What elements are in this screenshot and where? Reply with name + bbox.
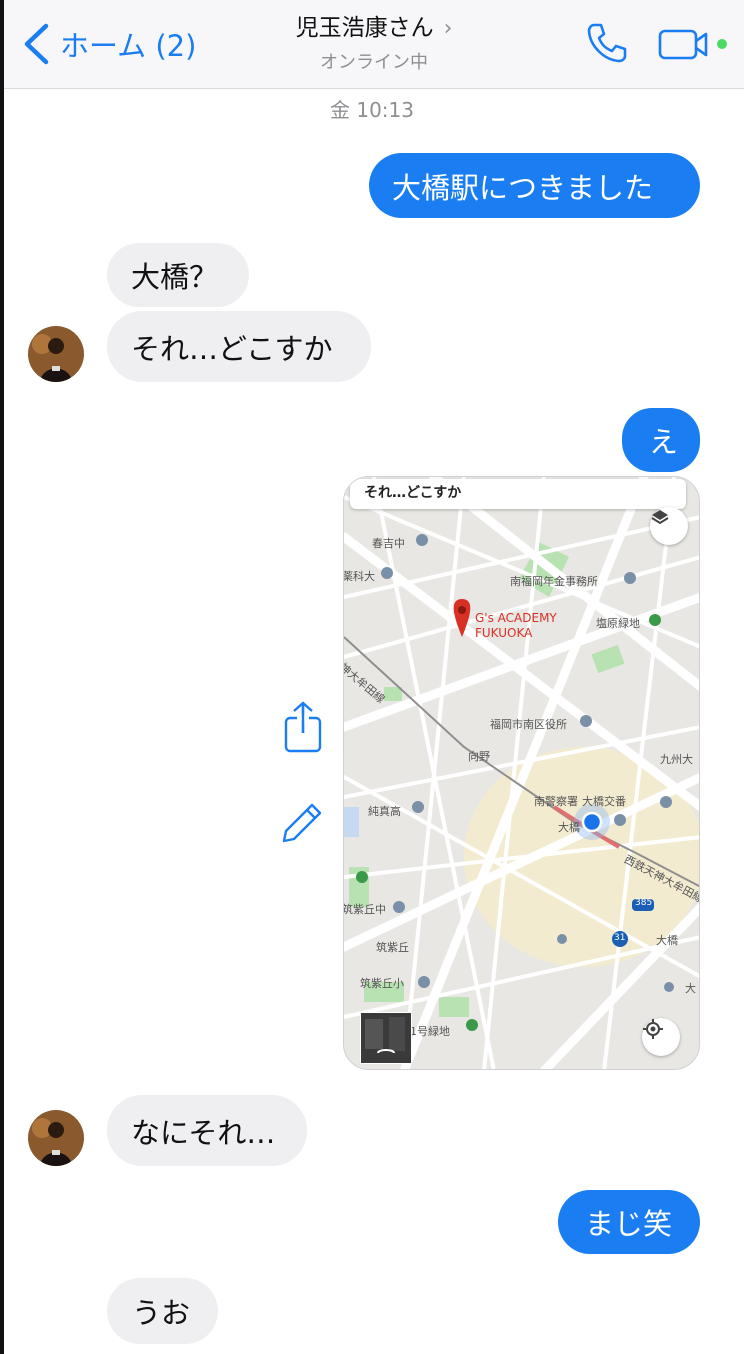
message-text: うお [132, 1296, 191, 1330]
map-label: 大橋 [558, 821, 580, 834]
map-label: 南警察署 [534, 795, 578, 808]
contact-status: オンライン中 [320, 52, 428, 73]
map-label: 大橋 [656, 934, 678, 947]
person-photo-icon [28, 326, 84, 382]
message-bubble-incoming[interactable]: うお [107, 1278, 218, 1344]
map-label: 南福岡年金事務所 [510, 575, 598, 588]
message-text: それ…どこすか [131, 331, 333, 366]
map-label: 筑紫丘 [376, 941, 409, 954]
message-text: なにそれ… [131, 1115, 276, 1150]
map-label: 大橋交番 [582, 795, 626, 808]
message-timestamp: 金 10:13 [330, 98, 414, 122]
message-text: え [649, 425, 679, 459]
message-bubble-incoming[interactable]: 大橋？ [107, 243, 249, 307]
map-label: 薬科大 [343, 570, 375, 583]
my-location-button[interactable] [642, 1018, 680, 1056]
screen-edge [0, 0, 4, 1354]
map-search-bar[interactable]: それ…どこすか [350, 479, 686, 509]
map-label: 385 [635, 898, 653, 908]
contact-name: 児玉浩康さん [295, 15, 434, 41]
message-text: まじ笑 [585, 1207, 673, 1241]
crosshair-icon [643, 1019, 663, 1039]
map-label: 純真高 [368, 805, 401, 818]
layers-button[interactable] [650, 507, 688, 545]
chat-header: ホーム (2) 児玉浩康さん › オンライン中 [4, 0, 744, 89]
map-label: 31 [614, 933, 626, 943]
map-label: 1号緑地 [410, 1025, 450, 1038]
message-text: 大橋？ [131, 260, 219, 294]
avatar[interactable] [28, 1110, 84, 1166]
map-pin-label: G's ACADEMY FUKUOKA [475, 611, 557, 641]
phone-icon[interactable] [584, 20, 630, 66]
map-label: 九州大 [660, 753, 693, 766]
edit-pencil-icon[interactable] [279, 800, 325, 846]
pin-label-line: FUKUOKA [475, 626, 533, 640]
share-icon[interactable] [283, 700, 323, 754]
map-label: 春吉中 [372, 537, 405, 550]
map-label: 筑紫丘中 [343, 903, 386, 916]
message-bubble-outgoing[interactable]: え [622, 408, 700, 472]
chevron-right-icon: › [443, 16, 453, 41]
contact-info[interactable]: 児玉浩康さん › オンライン中 [4, 8, 744, 74]
person-photo-icon [28, 1110, 84, 1166]
message-bubble-outgoing[interactable]: まじ笑 [558, 1190, 700, 1254]
street-view-thumbnail[interactable] [360, 1012, 412, 1064]
map-label: 大 [685, 982, 696, 995]
map-image-attachment[interactable]: それ…どこすか 春吉中 薬科大 南福岡年金事務所 G's ACADEMY FUKU… [343, 476, 700, 1070]
online-indicator [717, 39, 727, 49]
map-label: 向野 [468, 750, 490, 763]
map-label: 福岡市南区役所 [490, 718, 567, 731]
layers-icon [651, 510, 669, 525]
message-bubble-outgoing[interactable]: 大橋駅につきました [369, 153, 700, 218]
pin-label-line: G's ACADEMY [475, 611, 557, 625]
avatar[interactable] [28, 326, 84, 382]
video-camera-icon[interactable] [658, 28, 718, 62]
street-view-icon [361, 1013, 411, 1063]
message-bubble-incoming[interactable]: それ…どこすか [107, 311, 371, 382]
map-label: 筑紫丘小 [360, 977, 404, 990]
message-bubble-incoming[interactable]: なにそれ… [107, 1095, 307, 1166]
message-text: 大橋駅につきました [392, 170, 654, 205]
map-label: 塩原緑地 [596, 617, 640, 630]
